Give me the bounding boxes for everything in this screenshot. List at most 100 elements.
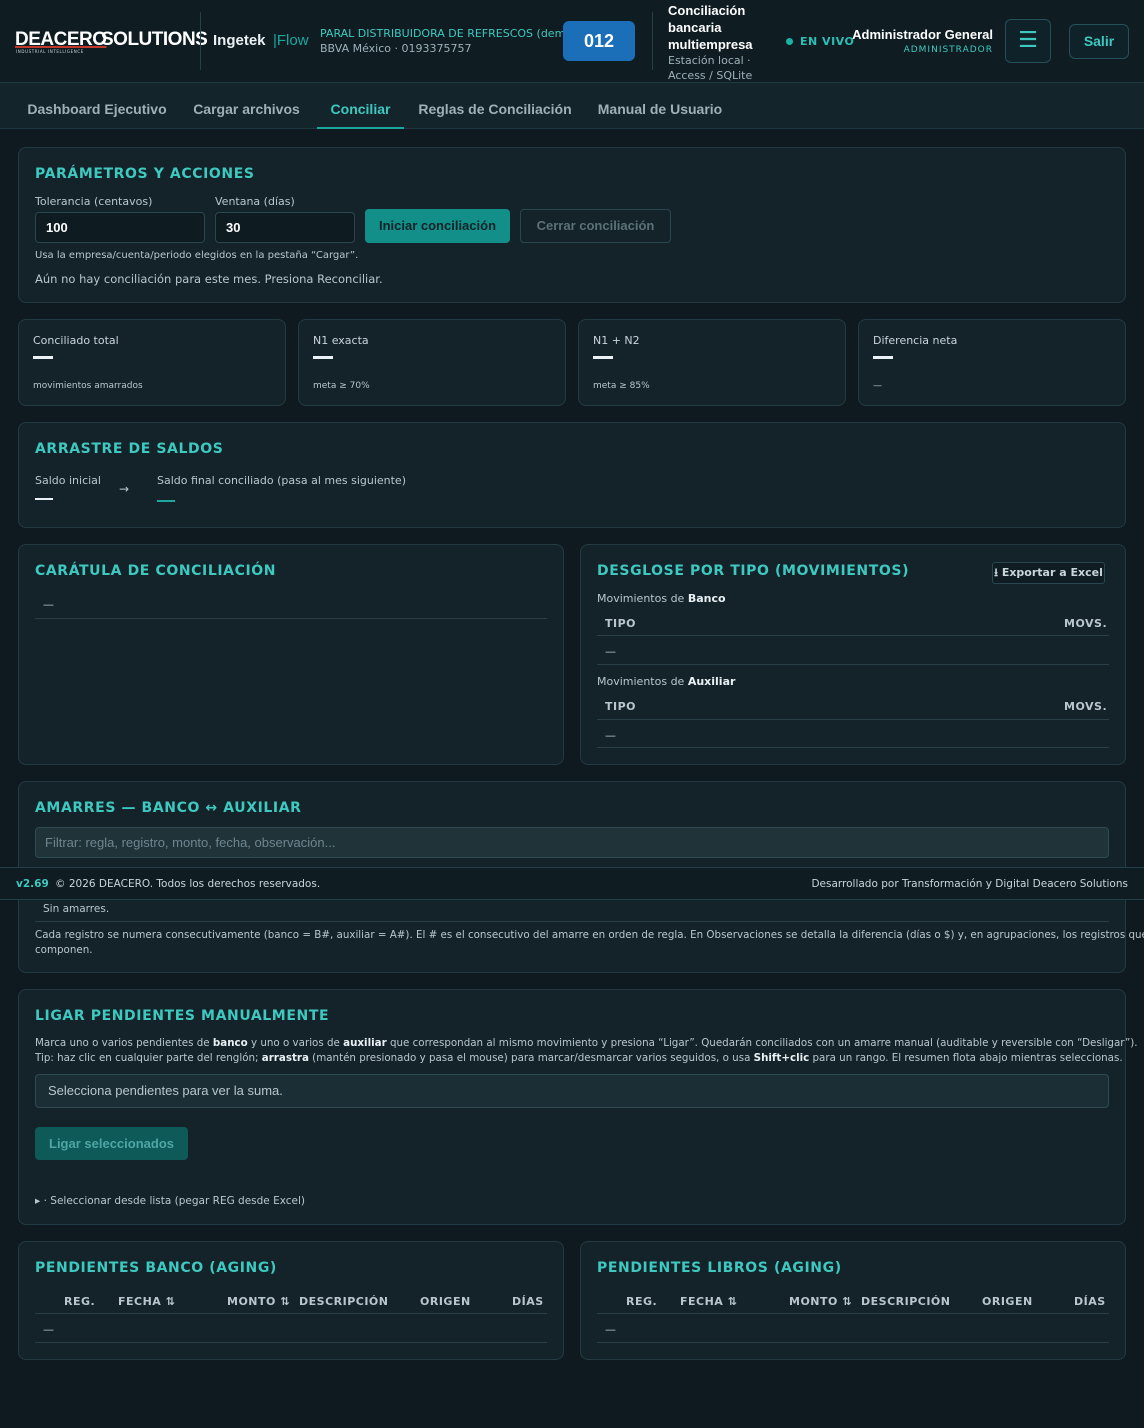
desglose-title: DESGLOSE POR TIPO (MOVIMIENTOS) xyxy=(597,563,910,579)
logo-tagline: INDUSTRIAL INTELLIGENCE xyxy=(16,49,84,54)
kpi-value: — xyxy=(873,356,893,359)
start-reconciliation-button[interactable]: Iniciar conciliación xyxy=(365,209,510,243)
kpi-label: Conciliado total xyxy=(33,334,119,347)
saldo-inicial-value: — xyxy=(35,498,53,500)
banco-empty: — xyxy=(605,645,616,658)
logo-word-solutions: SOLUTIONS xyxy=(101,29,208,50)
col-reg: REG. xyxy=(626,1295,658,1308)
divider xyxy=(597,719,1109,720)
tab-cargar-archivos[interactable]: Cargar archivos xyxy=(186,83,307,129)
col-tipo: TIPO xyxy=(605,617,637,630)
footer-credit: Desarrollado por Transformación y Digita… xyxy=(811,878,1128,890)
bank-account: BBVA México · 0193375757 xyxy=(320,42,472,55)
kpi-label: N1 exacta xyxy=(313,334,369,347)
kpi-value: — xyxy=(33,356,53,359)
saldo-final-value: — xyxy=(157,500,175,502)
ligar-title: LIGAR PENDIENTES MANUALMENTE xyxy=(35,1008,330,1024)
menu-button[interactable]: ☰ xyxy=(1005,19,1051,63)
divider xyxy=(597,747,1109,748)
col-origen: ORIGEN xyxy=(420,1295,471,1308)
select-from-list-toggle[interactable]: ▸ · Seleccionar desde lista (pegar REG d… xyxy=(35,1195,305,1207)
params-hint: Usa la empresa/cuenta/periodo elegidos e… xyxy=(35,250,359,261)
window-input[interactable]: 30 xyxy=(215,212,355,243)
hamburger-icon: ☰ xyxy=(1018,28,1038,53)
selection-sum-box: Selecciona pendientes para ver la suma. xyxy=(35,1074,1109,1108)
kpi-sub: — xyxy=(873,381,882,391)
divider xyxy=(35,1342,547,1343)
user-role: ADMINISTRADOR xyxy=(903,45,993,55)
params-title: PARÁMETROS Y ACCIONES xyxy=(35,166,255,182)
tolerance-input[interactable]: 100 xyxy=(35,212,205,243)
close-reconciliation-button[interactable]: Cerrar conciliación xyxy=(520,209,671,243)
tab-conciliar[interactable]: Conciliar xyxy=(317,83,404,129)
col-monto[interactable]: MONTO ⇅ xyxy=(227,1295,290,1308)
params-status: Aún no hay conciliación para este mes. P… xyxy=(35,272,383,286)
divider xyxy=(597,1313,1109,1314)
copyright: © 2026 DEACERO. Todos los derechos reser… xyxy=(55,878,321,890)
kpi-card: Diferencia neta — — xyxy=(858,319,1126,406)
amarres-note-cont: componen. xyxy=(35,944,93,956)
tab-dashboard[interactable]: Dashboard Ejecutivo xyxy=(17,83,177,129)
kpi-card: N1 + N2 — meta ≥ 85% xyxy=(578,319,846,406)
params-card: PARÁMETROS Y ACCIONES Tolerancia (centav… xyxy=(18,147,1126,303)
divider xyxy=(35,618,547,619)
ligar-tip: Tip: haz clic en cualquier parte del ren… xyxy=(35,1052,1123,1064)
saldos-title: ARRASTRE DE SALDOS xyxy=(35,441,224,457)
ligar-card: LIGAR PENDIENTES MANUALMENTE Marca uno o… xyxy=(18,989,1138,1225)
col-movs: MOVS. xyxy=(1064,700,1108,713)
pendientes-banco-empty: — xyxy=(43,1323,54,1336)
app-header: DEACERO SOLUTIONS INDUSTRIAL INTELLIGENC… xyxy=(0,0,1144,83)
live-status: EN VIVO xyxy=(800,35,855,48)
ligar-instructions: Marca uno o varios pendientes de banco y… xyxy=(35,1037,1138,1049)
divider xyxy=(35,921,1109,922)
tab-manual[interactable]: Manual de Usuario xyxy=(588,83,732,129)
app-subtitle: Estación local · Access / SQLite xyxy=(668,54,753,82)
col-dias: DÍAS xyxy=(512,1295,544,1308)
col-dias: DÍAS xyxy=(1074,1295,1106,1308)
kpi-label: N1 + N2 xyxy=(593,334,640,347)
app-footer: v2.69 © 2026 DEACERO. Todos los derechos… xyxy=(0,867,1144,900)
col-fecha[interactable]: FECHA ⇅ xyxy=(118,1295,175,1308)
col-tipo: TIPO xyxy=(605,700,637,713)
pendientes-libros-empty: — xyxy=(605,1323,616,1336)
col-origen: ORIGEN xyxy=(982,1295,1033,1308)
user-name: Administrador General xyxy=(852,27,993,42)
brand-name: Ingetek xyxy=(213,32,266,49)
deacero-logo: DEACERO SOLUTIONS INDUSTRIAL INTELLIGENC… xyxy=(15,29,208,55)
caratula-card: CARÁTULA DE CONCILIACIÓN — xyxy=(18,544,564,765)
pendientes-banco-card: PENDIENTES BANCO (AGING) REG. FECHA ⇅ MO… xyxy=(18,1241,564,1360)
export-excel-button[interactable]: ⭳ Exportar a Excel xyxy=(992,562,1105,584)
caratula-empty: — xyxy=(43,598,54,611)
divider xyxy=(597,635,1109,636)
col-fecha[interactable]: FECHA ⇅ xyxy=(680,1295,737,1308)
kpi-value: — xyxy=(313,356,333,359)
col-reg: REG. xyxy=(64,1295,96,1308)
logo-word-deacero: DEACERO xyxy=(15,29,107,50)
pendientes-libros-card: PENDIENTES LIBROS (AGING) REG. FECHA ⇅ M… xyxy=(580,1241,1126,1360)
app-title: Conciliación bancaria multiempresa xyxy=(668,3,753,52)
company-name: PARAL DISTRIBUIDORA DE REFRESCOS (demo) xyxy=(320,27,577,40)
window-label: Ventana (días) xyxy=(215,195,295,208)
link-selected-button[interactable]: Ligar seleccionados xyxy=(35,1127,188,1160)
tab-reglas[interactable]: Reglas de Conciliación xyxy=(414,83,576,129)
divider xyxy=(35,1313,547,1314)
brand-flow: |Flow xyxy=(273,32,309,49)
amarres-filter-input[interactable]: Filtrar: regla, registro, monto, fecha, … xyxy=(35,827,1109,858)
arrow-right-icon: → xyxy=(119,482,130,496)
banco-heading: Movimientos de Banco xyxy=(597,592,726,605)
amarres-note: Cada registro se numera consecutivamente… xyxy=(35,929,1144,941)
amarres-title: AMARRES — BANCO ↔ AUXILIAR xyxy=(35,800,302,816)
app-version: v2.69 xyxy=(16,878,49,890)
header-divider xyxy=(200,12,201,70)
auxiliar-empty: — xyxy=(605,729,616,742)
col-monto[interactable]: MONTO ⇅ xyxy=(789,1295,852,1308)
pendientes-banco-title: PENDIENTES BANCO (AGING) xyxy=(35,1260,277,1276)
kpi-label: Diferencia neta xyxy=(873,334,958,347)
auxiliar-heading: Movimientos de Auxiliar xyxy=(597,675,736,688)
desglose-card: DESGLOSE POR TIPO (MOVIMIENTOS) ⭳ Export… xyxy=(580,544,1126,765)
logout-button[interactable]: Salir xyxy=(1069,24,1129,59)
live-status-dot-icon xyxy=(786,38,793,45)
saldos-card: ARRASTRE DE SALDOS Saldo inicial — → Sal… xyxy=(18,422,1126,528)
bank-code-badge: 012 xyxy=(563,21,635,61)
saldo-inicial-label: Saldo inicial xyxy=(35,474,101,487)
